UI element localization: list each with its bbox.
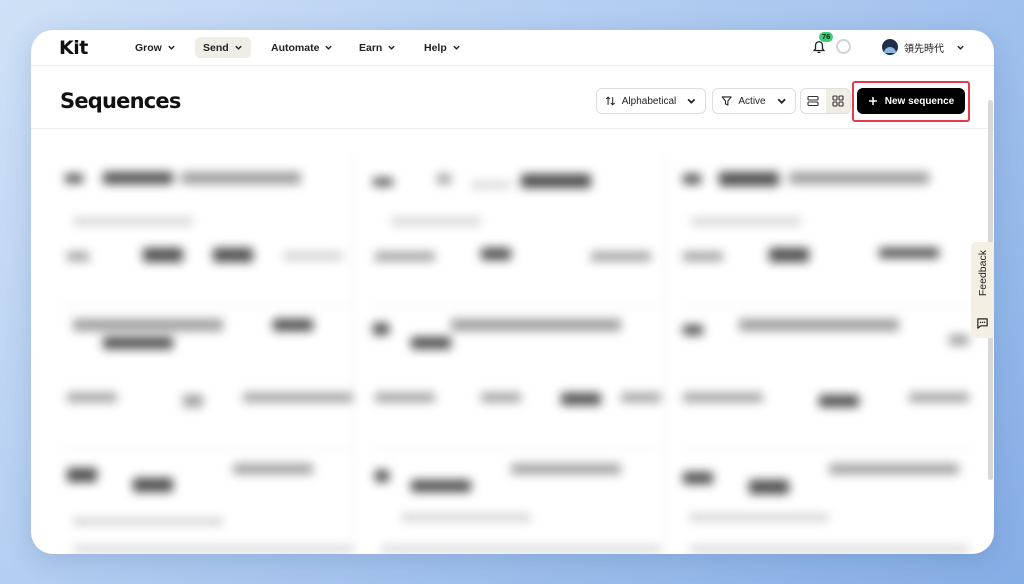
row-divider [681, 305, 971, 306]
nav-earn-label: Earn [359, 41, 383, 54]
chevron-down-icon [168, 45, 175, 50]
page-header: Sequences Alphabetical Active New sequen… [31, 66, 994, 129]
grid-view-icon [832, 95, 844, 107]
kit-logo[interactable]: Kit [59, 37, 88, 59]
blurred-cards [31, 130, 994, 554]
sequence-card[interactable] [63, 458, 355, 554]
top-navigation: Kit Grow Send Automate Earn Help 76 領先時代 [31, 30, 994, 66]
bell-icon[interactable] [812, 40, 826, 54]
chevron-down-icon [453, 45, 460, 50]
nav-send[interactable]: Send [195, 37, 251, 58]
chevron-down-icon [777, 98, 786, 104]
nav-earn[interactable]: Earn [351, 37, 404, 58]
column-divider [665, 152, 666, 552]
nav-grow-label: Grow [135, 41, 162, 54]
chevron-down-icon [957, 45, 964, 50]
row-divider [371, 448, 661, 449]
filter-icon [721, 96, 732, 106]
nav-grow[interactable]: Grow [127, 37, 184, 58]
sort-label: Alphabetical [621, 95, 677, 107]
sequence-card[interactable] [63, 315, 355, 443]
chevron-down-icon [388, 45, 396, 50]
nav-help[interactable]: Help [416, 37, 469, 58]
sequence-card[interactable] [371, 168, 663, 296]
sequence-card[interactable] [679, 458, 971, 554]
nav-send-label: Send [203, 41, 229, 54]
list-view-icon [807, 95, 819, 107]
sort-dropdown[interactable]: Alphabetical [596, 88, 706, 114]
nav-automate[interactable]: Automate [263, 37, 341, 58]
notification-badge: 76 [819, 32, 834, 42]
sort-icon [605, 96, 615, 106]
nav-help-label: Help [424, 41, 447, 54]
avatar [882, 39, 898, 55]
view-toggle [800, 88, 851, 114]
chat-icon [977, 318, 988, 329]
row-divider [681, 448, 971, 449]
highlight-box [852, 81, 970, 122]
sequence-grid [31, 130, 994, 554]
chevron-down-icon [687, 98, 696, 104]
filter-label: Active [738, 95, 766, 107]
grid-view-button[interactable] [825, 89, 850, 113]
sequence-card[interactable] [63, 168, 355, 296]
loading-ring-icon [836, 39, 851, 54]
chevron-down-icon [234, 45, 242, 50]
chevron-down-icon [325, 45, 333, 50]
feedback-tab[interactable]: Feedback [971, 242, 994, 338]
app-window: Kit Grow Send Automate Earn Help 76 領先時代… [31, 30, 994, 554]
filter-dropdown[interactable]: Active [712, 88, 796, 114]
sequence-card[interactable] [679, 168, 971, 296]
nav-automate-label: Automate [271, 41, 320, 54]
sequence-card[interactable] [371, 458, 663, 554]
row-divider [371, 305, 661, 306]
account-name: 領先時代 [904, 43, 944, 55]
row-divider [61, 448, 351, 449]
list-view-button[interactable] [801, 89, 826, 113]
sequence-card[interactable] [679, 315, 971, 443]
account-menu[interactable]: 領先時代 [882, 39, 965, 55]
row-divider [61, 305, 351, 306]
sequence-card[interactable] [371, 315, 663, 443]
feedback-label: Feedback [976, 250, 989, 297]
page-title: Sequences [60, 89, 181, 113]
